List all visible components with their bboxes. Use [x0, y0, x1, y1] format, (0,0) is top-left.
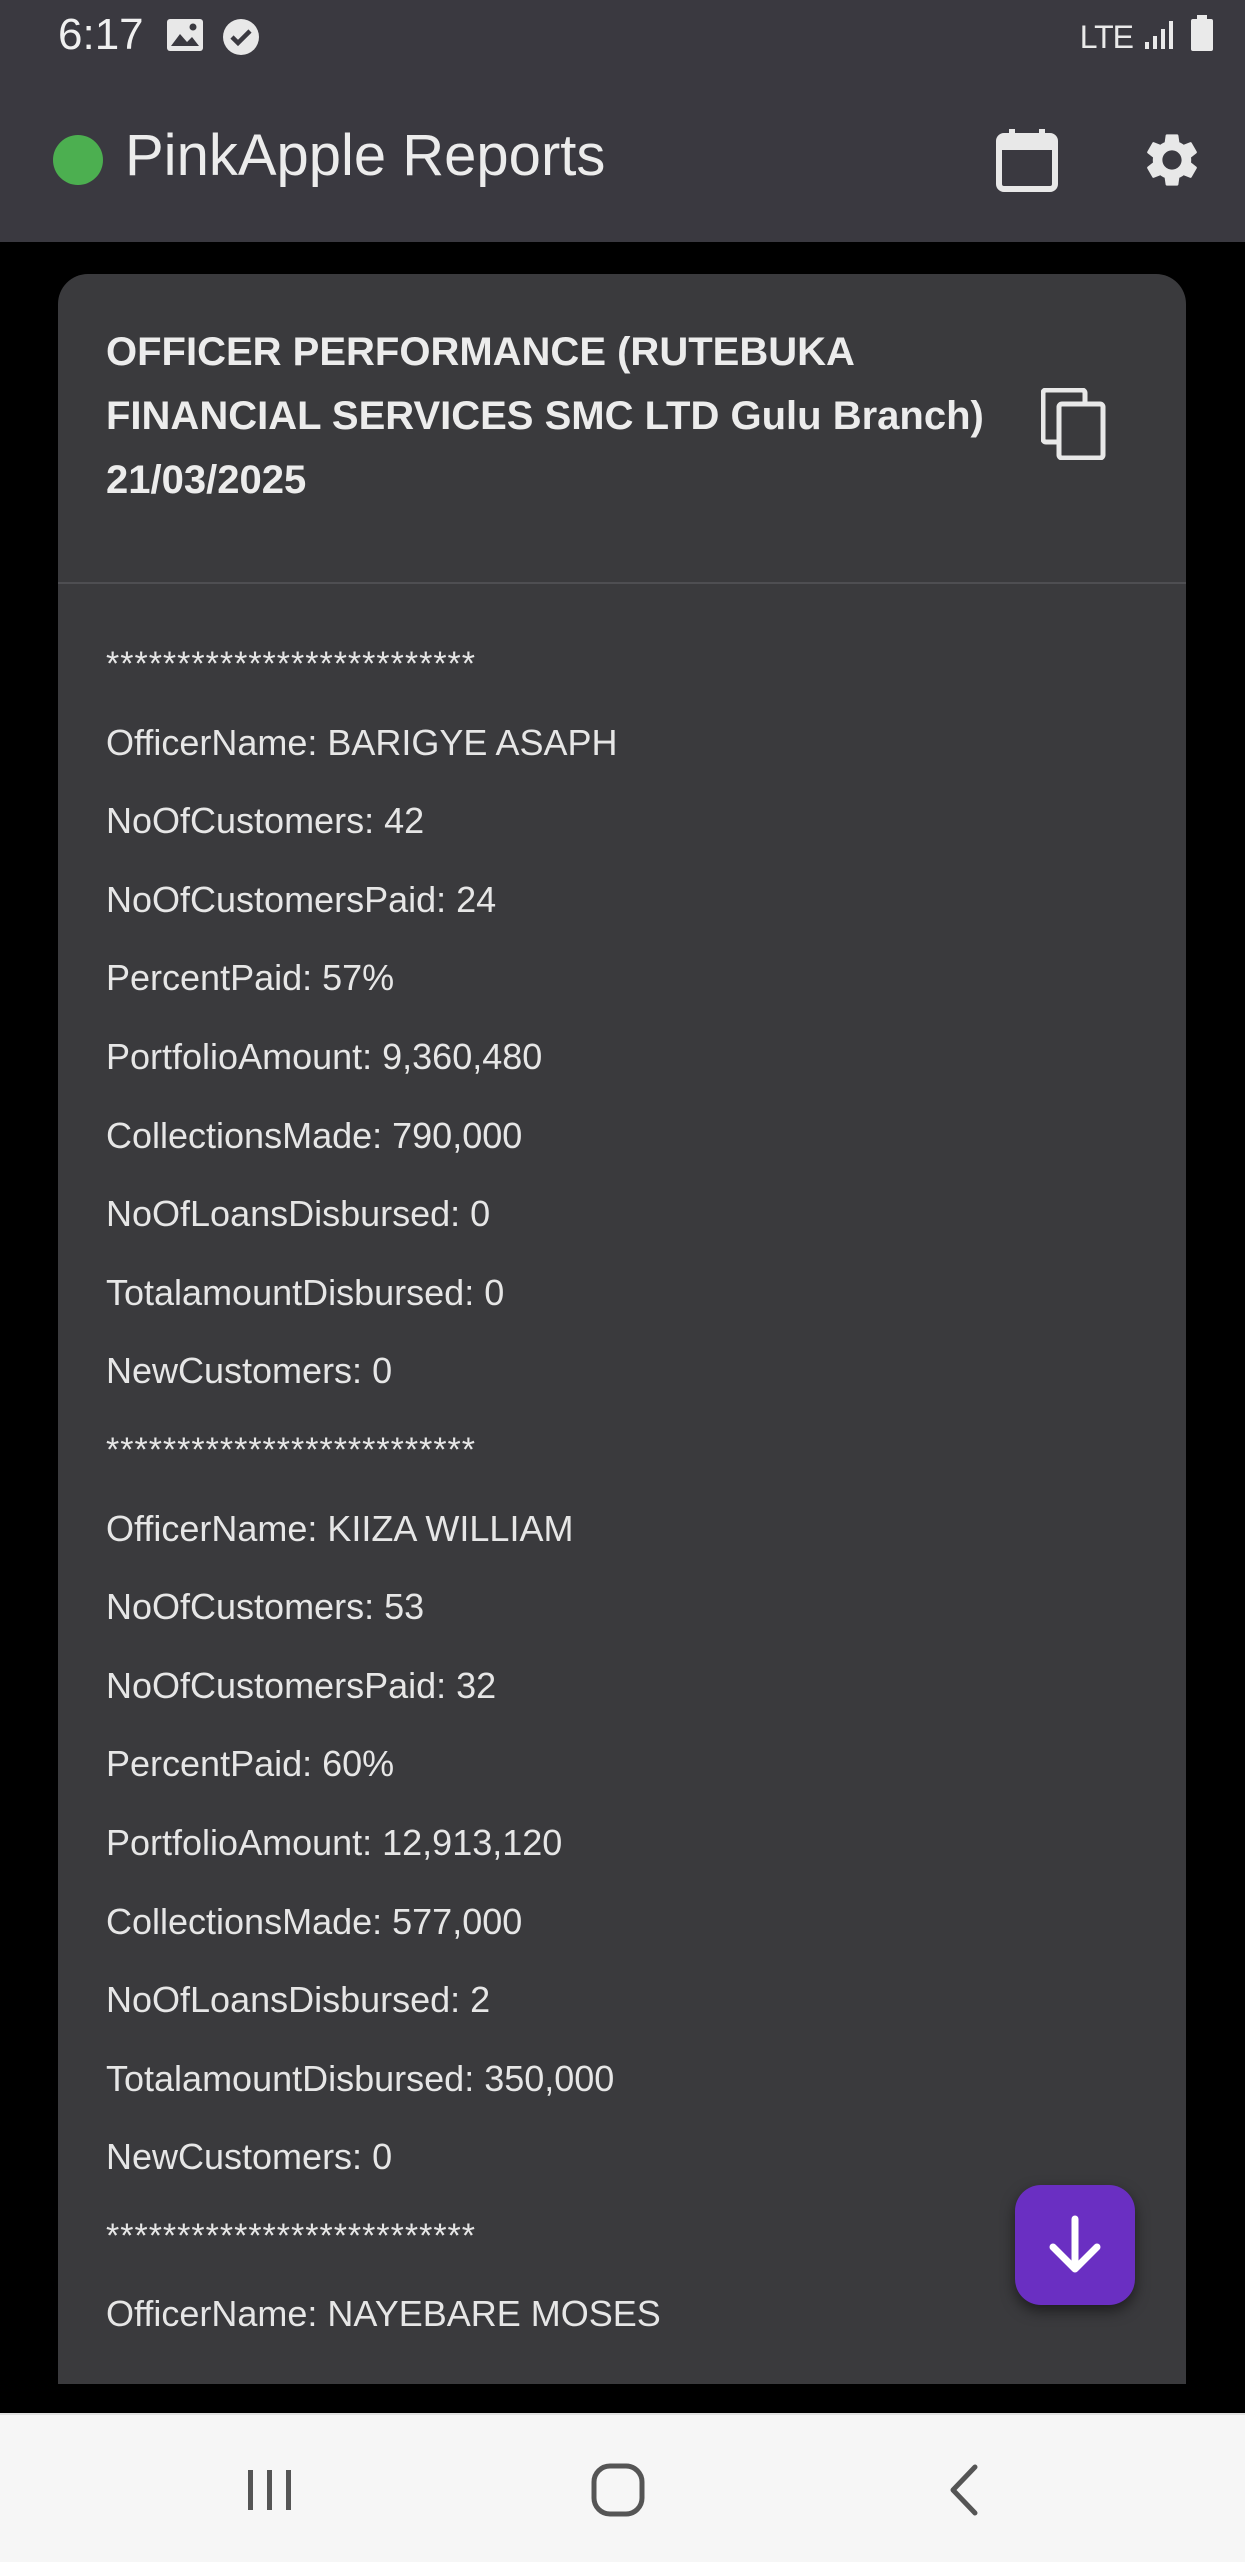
officer-name: OfficerName: NAYEBARE MOSES [106, 2293, 661, 2335]
status-dot [53, 135, 103, 185]
calendar-button[interactable] [987, 120, 1067, 200]
status-bar: 6:17 LTE [0, 0, 1245, 72]
home-button[interactable] [578, 2455, 658, 2525]
report-body: ************************** OfficerName: … [106, 639, 661, 2368]
portfolio-amount: PortfolioAmount: 12,913,120 [106, 1821, 563, 1863]
report-card: OFFICER PERFORMANCE (RUTEBUKA FINANCIAL … [58, 274, 1186, 2384]
no-of-customers: NoOfCustomers: 53 [106, 1586, 425, 1628]
total-amount-disbursed: TotalamountDisbursed: 0 [106, 1271, 505, 1313]
officer-name: OfficerName: BARIGYE ASAPH [106, 721, 618, 763]
separator: ************************** [106, 1430, 477, 1469]
signal-icon [1143, 16, 1179, 59]
network-label: LTE [1079, 19, 1134, 55]
collections-made: CollectionsMade: 577,000 [106, 1900, 523, 1942]
no-of-customers-paid: NoOfCustomersPaid: 24 [106, 878, 497, 920]
officer-name: OfficerName: KIIZA WILLIAM [106, 1507, 574, 1549]
new-customers: NewCustomers: 0 [106, 1350, 393, 1392]
separator: ************************** [106, 2216, 477, 2255]
separator: ************************** [106, 645, 477, 683]
collections-made: CollectionsMade: 790,000 [106, 1114, 523, 1156]
settings-icon [1147, 134, 1197, 186]
recent-apps-button[interactable] [230, 2455, 310, 2525]
percent-paid: PercentPaid: 57% [106, 957, 395, 999]
check-circle-icon [222, 18, 260, 61]
image-icon [166, 18, 204, 57]
battery-icon [1189, 14, 1215, 61]
total-amount-disbursed: TotalamountDisbursed: 350,000 [106, 2057, 615, 2099]
status-time: 6:17 [58, 10, 144, 59]
scroll-down-button[interactable] [1015, 2185, 1135, 2305]
new-customers: NewCustomers: 0 [106, 2136, 393, 2178]
arrow-down-icon [1049, 2215, 1101, 2273]
home-icon [591, 2463, 645, 2517]
copy-icon [1041, 388, 1106, 460]
portfolio-amount: PortfolioAmount: 9,360,480 [106, 1035, 543, 1077]
system-nav-bar [0, 2413, 1245, 2562]
recent-apps-icon [248, 2470, 291, 2510]
app-title: PinkApple Reports [125, 123, 606, 188]
no-of-loans-disbursed: NoOfLoansDisbursed: 2 [106, 1979, 491, 2021]
no-of-customers-paid: NoOfCustomersPaid: 32 [106, 1664, 497, 1706]
settings-button[interactable] [1132, 120, 1212, 200]
app-bar: PinkApple Reports [0, 72, 1245, 242]
no-of-loans-disbursed: NoOfLoansDisbursed: 0 [106, 1193, 491, 1235]
calendar-icon [996, 129, 1058, 192]
back-icon [950, 2464, 978, 2516]
report-header: OFFICER PERFORMANCE (RUTEBUKA FINANCIAL … [58, 274, 1186, 584]
percent-paid: PercentPaid: 60% [106, 1743, 395, 1785]
no-of-customers: NoOfCustomers: 42 [106, 800, 425, 842]
back-button[interactable] [925, 2455, 1005, 2525]
report-title: OFFICER PERFORMANCE (RUTEBUKA FINANCIAL … [106, 330, 984, 502]
copy-button[interactable] [1028, 378, 1120, 470]
